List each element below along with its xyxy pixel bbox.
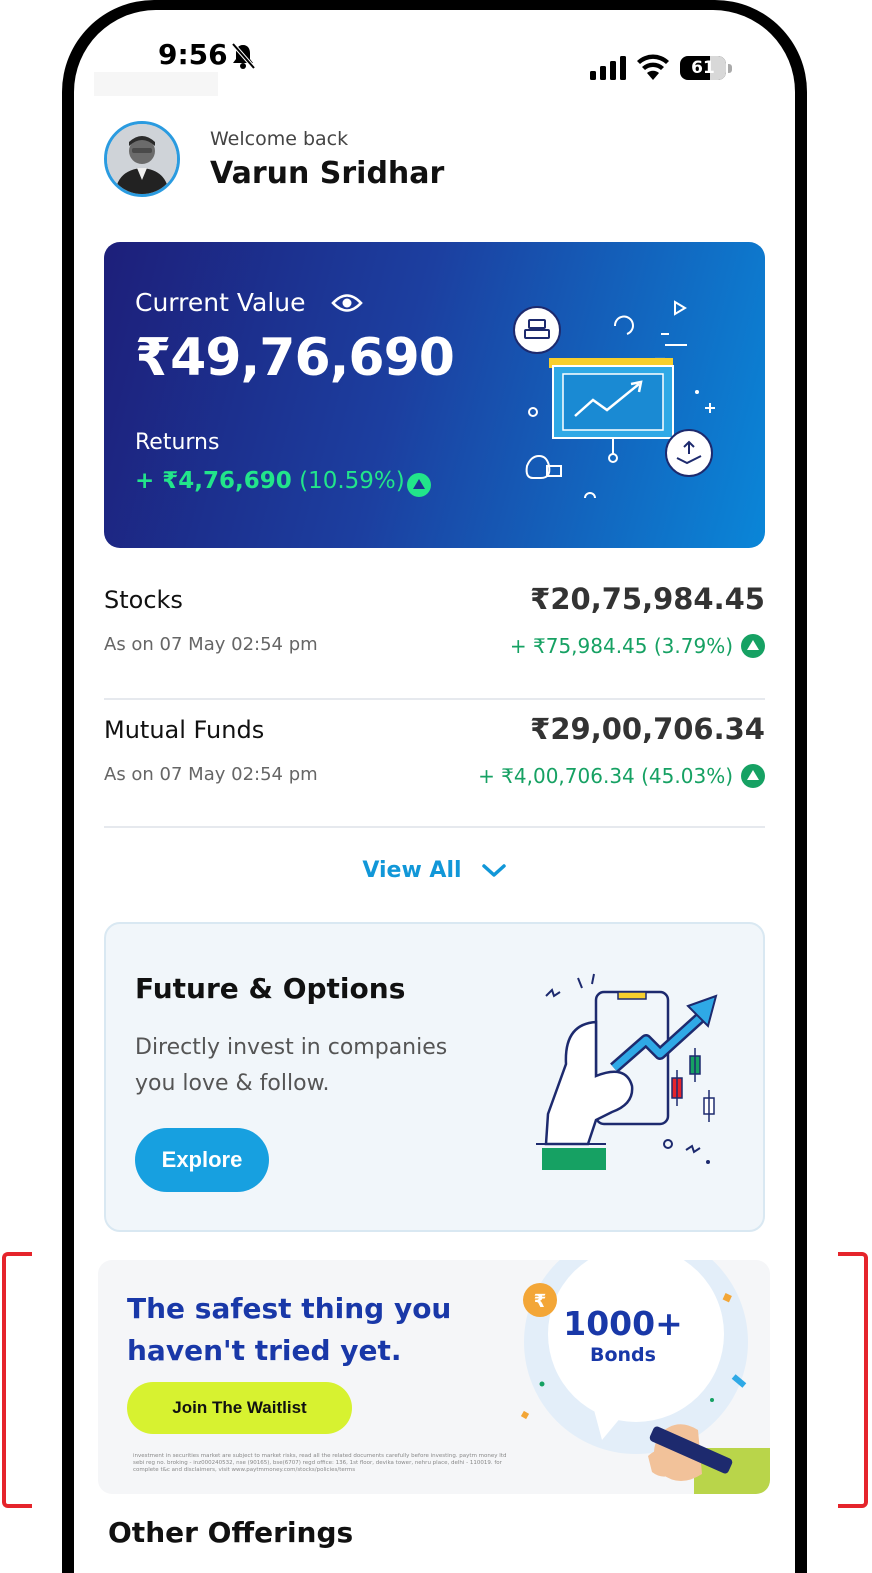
holding-change: + ₹75,984.45 (3.79%) — [509, 634, 733, 658]
battery-level: 61 — [691, 58, 715, 78]
chart-board-illustration-icon — [513, 300, 715, 499]
disclaimer-text: investment in securities market are subj… — [133, 1453, 507, 1473]
up-arrow-icon — [407, 473, 431, 497]
battery-cap — [728, 64, 732, 73]
returns-percent: (10.59%) — [291, 468, 405, 494]
portfolio-value-card[interactable]: Current Value ₹49,76,690 Returns + ₹4,76… — [104, 242, 765, 548]
wifi-icon — [637, 54, 669, 80]
status-overlay — [94, 72, 218, 96]
current-value-label: Current Value — [135, 288, 306, 317]
up-arrow-icon — [741, 634, 765, 658]
bell-muted-icon — [231, 42, 256, 70]
eye-icon[interactable] — [331, 292, 363, 314]
bonds-label: Bonds — [590, 1344, 656, 1366]
chevron-down-icon — [481, 863, 506, 877]
current-value-amount: ₹49,76,690 — [135, 328, 455, 388]
other-offerings-heading: Other Offerings — [108, 1516, 354, 1549]
fo-description: Directly invest in companies you love & … — [135, 1035, 448, 1096]
future-options-card[interactable]: Future & Options Directly invest in comp… — [104, 922, 765, 1232]
user-name: Varun Sridhar — [210, 156, 445, 191]
app-screen: 9:56 61 Welcome back Varun Sridhar Curre… — [74, 10, 795, 1573]
join-waitlist-button[interactable]: Join The Waitlist — [127, 1382, 352, 1434]
cellular-signal-icon — [590, 56, 626, 80]
bonds-headline: The safest thing you haven't tried yet. — [127, 1292, 452, 1367]
explore-button[interactable]: Explore — [135, 1128, 269, 1192]
highlight-bracket-left — [2, 1252, 32, 1508]
fo-title: Future & Options — [135, 972, 406, 1005]
holding-row-mutual-funds[interactable]: Mutual Funds As on 07 May 02:54 pm ₹29,0… — [104, 700, 765, 828]
highlight-bracket-right — [838, 1252, 868, 1508]
holding-change: + ₹4,00,706.34 (45.03%) — [478, 764, 733, 788]
person-photo-icon — [107, 124, 177, 194]
status-time: 9:56 — [158, 38, 228, 71]
holding-title: Stocks — [104, 586, 183, 614]
view-all-link[interactable]: View All — [74, 858, 795, 883]
returns-value: + ₹4,76,690 (10.59%) — [135, 468, 405, 494]
phone-chart-hand-illustration-icon — [536, 973, 718, 1170]
returns-label: Returns — [135, 430, 220, 455]
bonds-bubble-illustration-icon: ₹ — [520, 1260, 770, 1494]
battery-indicator: 61 — [680, 56, 726, 80]
holding-amount: ₹20,75,984.45 — [530, 582, 765, 616]
up-arrow-icon — [741, 764, 765, 788]
holding-row-stocks[interactable]: Stocks As on 07 May 02:54 pm ₹20,75,984.… — [104, 570, 765, 700]
holding-amount: ₹29,00,706.34 — [530, 712, 765, 746]
bonds-waitlist-banner[interactable]: ₹ The safest thing you haven't tried yet… — [98, 1260, 770, 1494]
status-bar: 9:56 61 — [74, 10, 795, 105]
holding-date: As on 07 May 02:54 pm — [104, 634, 318, 655]
returns-amount: + ₹4,76,690 — [135, 468, 292, 494]
welcome-text: Welcome back — [210, 128, 349, 150]
user-avatar[interactable] — [104, 121, 180, 197]
view-all-label: View All — [362, 858, 462, 883]
bonds-count: 1000+ — [563, 1304, 683, 1343]
holding-date: As on 07 May 02:54 pm — [104, 764, 318, 785]
holding-title: Mutual Funds — [104, 716, 265, 744]
